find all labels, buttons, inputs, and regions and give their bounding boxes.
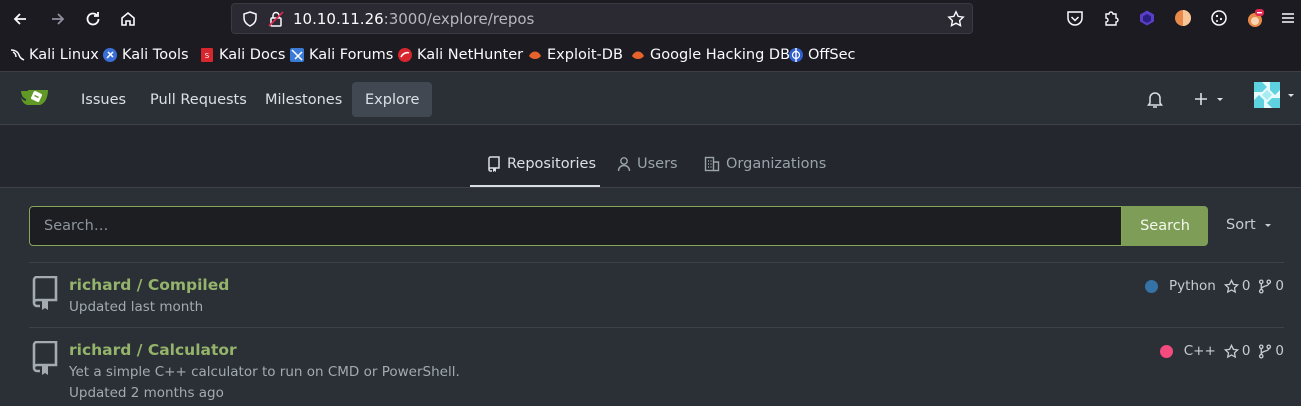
exploit-db-icon — [527, 47, 543, 63]
caret-down-icon — [1288, 94, 1294, 97]
home-button[interactable] — [116, 7, 140, 31]
search-field[interactable] — [29, 206, 1122, 246]
svg-text:S: S — [205, 52, 210, 60]
language-color-dot — [1159, 344, 1173, 358]
repo-explore-content: Search Sort richard / Compiled Updated l… — [0, 188, 1301, 406]
bookmark-kali-forums[interactable]: Kali Forums — [289, 46, 393, 64]
bookmark-exploit-db[interactable]: Exploit-DB — [527, 46, 623, 64]
star-icon[interactable] — [1223, 278, 1239, 294]
kali-forums-icon — [289, 47, 305, 63]
bookmark-kali-linux[interactable]: Kali Linux — [9, 46, 99, 64]
reload-button[interactable] — [81, 7, 105, 31]
repo-name-link[interactable]: richard / Compiled — [69, 276, 229, 294]
bookmark-kali-nethunter[interactable]: Kali NetHunter — [397, 46, 523, 64]
user-icon — [617, 156, 631, 172]
url-text[interactable]: 10.10.11.26:3000/explore/repos — [293, 10, 534, 28]
bookmark-google-hacking-db[interactable]: Google Hacking DB — [630, 46, 790, 64]
divider — [29, 327, 1284, 328]
explore-tabs: Repositories Users Organizations — [0, 125, 1301, 188]
repo-language: Python — [1169, 278, 1216, 294]
menu-icon[interactable] — [1278, 8, 1298, 28]
home-icon — [121, 11, 135, 26]
shield-icon[interactable] — [241, 10, 259, 28]
fork-icon[interactable] — [1258, 343, 1272, 359]
language-color-dot — [1145, 279, 1159, 293]
create-new-menu[interactable] — [1193, 89, 1225, 109]
foxy-extension-icon[interactable] — [1245, 8, 1265, 28]
nav-issues[interactable]: Issues — [68, 82, 139, 117]
divider — [29, 262, 1284, 263]
insecure-lock-icon[interactable] — [267, 10, 285, 28]
caret-down-icon — [1217, 98, 1223, 101]
list-item: richard / Calculator Yet a simple C++ ca… — [29, 340, 1284, 406]
bookmarks-toolbar: Kali Linux Kali Tools S Kali Docs Kali F… — [0, 38, 1301, 72]
fork-icon[interactable] — [1258, 278, 1272, 294]
nav-pull-requests[interactable]: Pull Requests — [137, 82, 260, 117]
caret-down-icon — [1264, 224, 1271, 227]
browser-toolbar: 10.10.11.26:3000/explore/repos — [0, 0, 1301, 38]
kali-dragon-icon — [9, 47, 25, 63]
cookie-icon[interactable] — [1209, 8, 1229, 28]
offsec-icon — [788, 47, 804, 63]
organization-icon — [704, 156, 720, 172]
list-item: richard / Compiled Updated last month Py… — [29, 275, 1284, 326]
repo-fork-count[interactable]: 0 — [1275, 278, 1284, 294]
back-button[interactable] — [8, 7, 32, 31]
bookmark-offsec[interactable]: OffSec — [788, 46, 856, 64]
tab-users[interactable]: Users — [617, 154, 678, 174]
bookmark-star-icon[interactable] — [947, 10, 965, 28]
repo-name-link[interactable]: richard / Calculator — [69, 341, 237, 359]
user-menu[interactable] — [1254, 82, 1296, 108]
bookmark-kali-tools[interactable]: Kali Tools — [102, 46, 189, 64]
kali-tools-icon — [102, 47, 118, 63]
repo-meta: C++ 0 0 — [1159, 343, 1284, 359]
extensions-icon[interactable] — [1101, 8, 1121, 28]
pocket-icon[interactable] — [1065, 8, 1085, 28]
repo-language: C++ — [1183, 343, 1216, 359]
repo-updated: Updated 2 months ago — [69, 385, 224, 401]
repo-star-count[interactable]: 0 — [1242, 278, 1251, 294]
tab-organizations[interactable]: Organizations — [704, 154, 826, 174]
tab-repositories[interactable]: Repositories — [487, 154, 596, 174]
search-button[interactable]: Search — [1122, 206, 1208, 246]
search-input[interactable] — [30, 207, 1121, 245]
reload-icon — [86, 12, 100, 26]
star-icon[interactable] — [1223, 343, 1239, 359]
repo-description: Yet a simple C++ calculator to run on CM… — [69, 364, 460, 380]
nav-milestones[interactable]: Milestones — [252, 82, 355, 117]
forward-arrow-icon — [52, 13, 65, 25]
site-header: Issues Pull Requests Milestones Explore — [0, 72, 1301, 125]
ghdb-icon — [630, 47, 646, 63]
back-arrow-icon — [13, 13, 26, 25]
bookmark-kali-docs[interactable]: S Kali Docs — [199, 46, 285, 64]
hexagon-extension-icon[interactable] — [1137, 8, 1157, 28]
orange-circle-extension-icon[interactable] — [1173, 8, 1193, 28]
repo-updated: Updated last month — [69, 299, 204, 315]
active-tab-indicator — [470, 185, 600, 187]
nav-explore[interactable]: Explore — [352, 82, 433, 117]
sort-dropdown[interactable]: Sort — [1226, 217, 1273, 233]
kali-docs-icon: S — [199, 47, 215, 63]
avatar — [1254, 82, 1280, 108]
kali-nethunter-icon — [397, 47, 413, 63]
address-bar[interactable]: 10.10.11.26:3000/explore/repos — [231, 3, 973, 34]
repo-icon — [29, 275, 59, 310]
forward-button[interactable] — [46, 7, 70, 31]
repo-star-count[interactable]: 0 — [1242, 343, 1251, 359]
repo-icon — [29, 340, 59, 375]
gitea-logo-icon[interactable] — [18, 85, 52, 111]
repo-meta: Python 0 0 — [1145, 278, 1284, 294]
repo-fork-count[interactable]: 0 — [1275, 343, 1284, 359]
repo-icon — [487, 156, 501, 172]
notifications-bell-icon[interactable] — [1146, 89, 1164, 109]
plus-icon — [1195, 93, 1207, 105]
